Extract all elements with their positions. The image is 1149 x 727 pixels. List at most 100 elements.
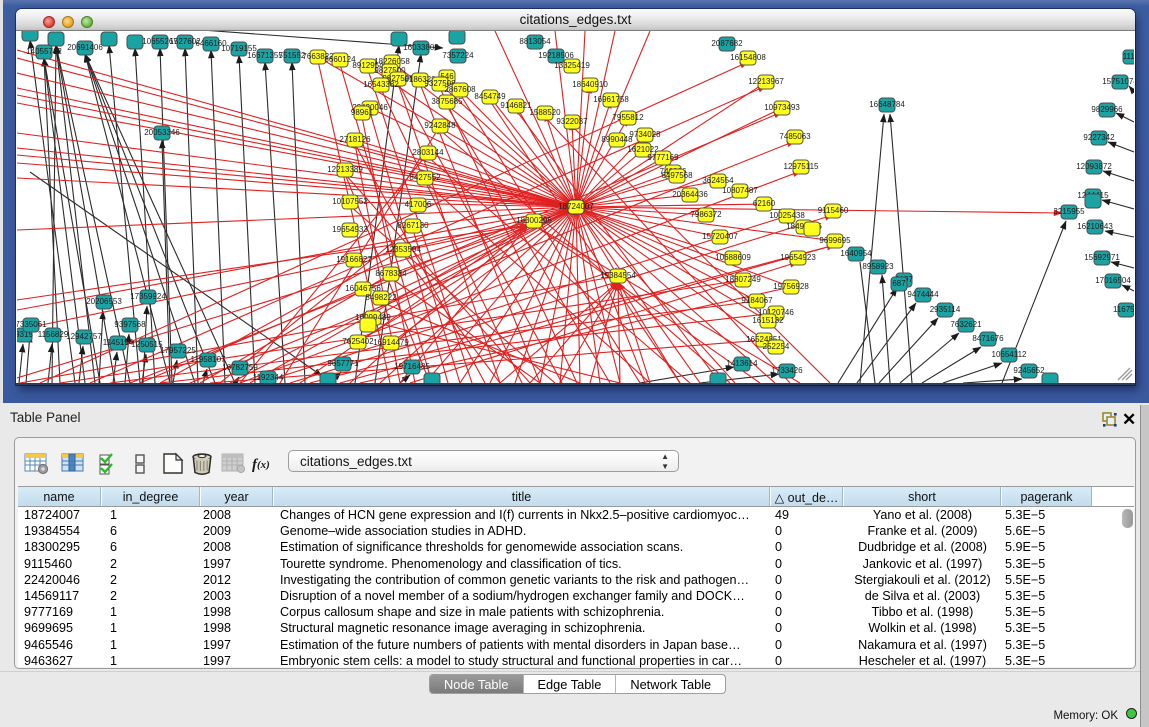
svg-text:20691406: 20691406 [67, 43, 103, 52]
svg-text:687: 687 [892, 279, 906, 288]
svg-text:10025438: 10025438 [769, 211, 805, 220]
svg-text:9734028: 9734028 [629, 130, 661, 139]
svg-text:1615132: 1615132 [752, 316, 784, 325]
svg-text:12353594: 12353594 [385, 245, 421, 254]
svg-text:17016504: 17016504 [1095, 276, 1131, 285]
svg-text:3215955: 3215955 [1053, 207, 1085, 216]
svg-text:18724007: 18724007 [558, 202, 594, 211]
svg-text:7632621: 7632621 [950, 320, 982, 329]
svg-text:9699695: 9699695 [819, 236, 851, 245]
svg-text:9245652: 9245652 [1013, 366, 1045, 375]
svg-text:9474444: 9474444 [907, 290, 939, 299]
svg-text:9322037: 9322037 [556, 117, 588, 126]
svg-text:10107552: 10107552 [332, 197, 368, 206]
svg-text:15692971: 15692971 [1084, 253, 1120, 262]
svg-text:8471676: 8471676 [972, 334, 1004, 343]
svg-text:12213389: 12213389 [327, 165, 363, 174]
svg-text:8267130: 8267130 [397, 221, 429, 230]
svg-text:18300295: 18300295 [516, 216, 552, 225]
svg-text:14055712: 14055712 [26, 47, 62, 56]
svg-text:9242848: 9242848 [424, 121, 456, 130]
svg-text:19384554: 19384554 [600, 271, 636, 280]
svg-text:9146821: 9146821 [500, 101, 532, 110]
svg-text:1588520: 1588520 [529, 108, 561, 117]
svg-text:2087682: 2087682 [711, 39, 743, 48]
svg-text:98961: 98961 [351, 108, 374, 117]
svg-text:20206553: 20206553 [86, 297, 122, 306]
svg-text:16648784: 16648784 [869, 100, 905, 109]
svg-text:1733426: 1733426 [771, 366, 803, 375]
svg-text:6497568: 6497568 [661, 171, 693, 180]
svg-text:8813054: 8813054 [519, 37, 551, 46]
svg-text:16033809: 16033809 [403, 43, 439, 52]
svg-text:2935114: 2935114 [930, 305, 961, 314]
svg-text:10973493: 10973493 [764, 103, 800, 112]
svg-text:19654923: 19654923 [780, 253, 816, 262]
svg-text:9657771: 9657771 [327, 359, 359, 368]
svg-text:20053346: 20053346 [144, 128, 180, 137]
svg-text:18640910: 18640910 [572, 80, 608, 89]
svg-text:252254: 252254 [763, 342, 790, 351]
svg-text:10654112: 10654112 [992, 350, 1028, 359]
svg-text:8678334: 8678334 [375, 269, 407, 278]
svg-text:7335061: 7335061 [17, 320, 47, 329]
svg-text:16154808: 16154808 [730, 53, 766, 62]
svg-text:(x): (x) [257, 459, 270, 471]
svg-text:1413614: 1413614 [726, 359, 758, 368]
svg-text:7986372: 7986372 [690, 210, 722, 219]
svg-text:7955812: 7955812 [612, 113, 644, 122]
svg-text:62160: 62160 [753, 199, 776, 208]
svg-text:12093872: 12093872 [1076, 162, 1112, 171]
svg-text:19654933: 19654933 [332, 225, 368, 234]
svg-text:9829966: 9829966 [1091, 105, 1123, 114]
svg-text:16210643: 16210643 [1077, 222, 1113, 231]
svg-text:9777169: 9777169 [647, 153, 679, 162]
svg-text:12975115: 12975115 [784, 162, 820, 171]
svg-text:10807487: 10807487 [722, 186, 758, 195]
svg-text:20364436: 20364436 [672, 190, 708, 199]
svg-text:1156829: 1156829 [38, 330, 69, 339]
svg-text:2867608: 2867608 [444, 85, 476, 94]
svg-text:7357224: 7357224 [442, 51, 474, 60]
svg-text:1250515: 1250515 [131, 340, 163, 349]
svg-text:1112: 1112 [1123, 52, 1134, 61]
svg-text:1192344: 1192344 [253, 373, 284, 382]
svg-text:1640954: 1640954 [840, 249, 872, 258]
svg-text:9397568: 9397568 [114, 320, 146, 329]
svg-text:19716485: 19716485 [394, 362, 430, 371]
svg-text:19166827: 19166827 [336, 255, 372, 264]
svg-text:17957225: 17957225 [160, 346, 196, 355]
svg-text:9184067: 9184067 [741, 296, 773, 305]
svg-text:16961758: 16961758 [593, 95, 629, 104]
svg-text:15720407: 15720407 [702, 232, 738, 241]
svg-text:9115460: 9115460 [818, 206, 849, 215]
svg-text:12942757: 12942757 [66, 332, 102, 341]
svg-text:16914479: 16914479 [373, 338, 409, 347]
svg-text:15751074: 15751074 [1102, 77, 1134, 86]
svg-text:7625402: 7625402 [342, 337, 374, 346]
svg-text:18807249: 18807249 [725, 275, 761, 284]
svg-text:7485063: 7485063 [779, 132, 811, 141]
svg-text:3875685: 3875685 [431, 97, 463, 106]
svg-text:2803144: 2803144 [412, 148, 444, 157]
svg-text:17359924: 17359924 [130, 292, 166, 301]
svg-text:8958923: 8958923 [862, 262, 894, 271]
svg-text:8660124: 8660124 [324, 55, 356, 64]
svg-text:10688609: 10688609 [715, 253, 751, 262]
svg-text:12213967: 12213967 [748, 77, 784, 86]
svg-text:8990448: 8990448 [601, 135, 633, 144]
svg-text:116753: 116753 [1113, 305, 1134, 314]
svg-text:13325419: 13325419 [554, 61, 590, 70]
svg-text:11958107: 11958107 [191, 355, 227, 364]
svg-text:417006: 417006 [405, 200, 432, 209]
svg-text:3624554: 3624554 [702, 176, 734, 185]
svg-text:2718126: 2718126 [339, 135, 371, 144]
svg-text:8498222: 8498222 [365, 293, 397, 302]
svg-text:16543382: 16543382 [363, 80, 399, 89]
svg-text:8427552: 8427552 [409, 173, 441, 182]
svg-text:8454749: 8454749 [474, 92, 506, 101]
svg-text:1145194: 1145194 [103, 338, 134, 347]
svg-text:19756928: 19756928 [773, 282, 809, 291]
svg-text:16782759: 16782759 [222, 363, 258, 372]
svg-text:9227342: 9227342 [1083, 133, 1115, 142]
